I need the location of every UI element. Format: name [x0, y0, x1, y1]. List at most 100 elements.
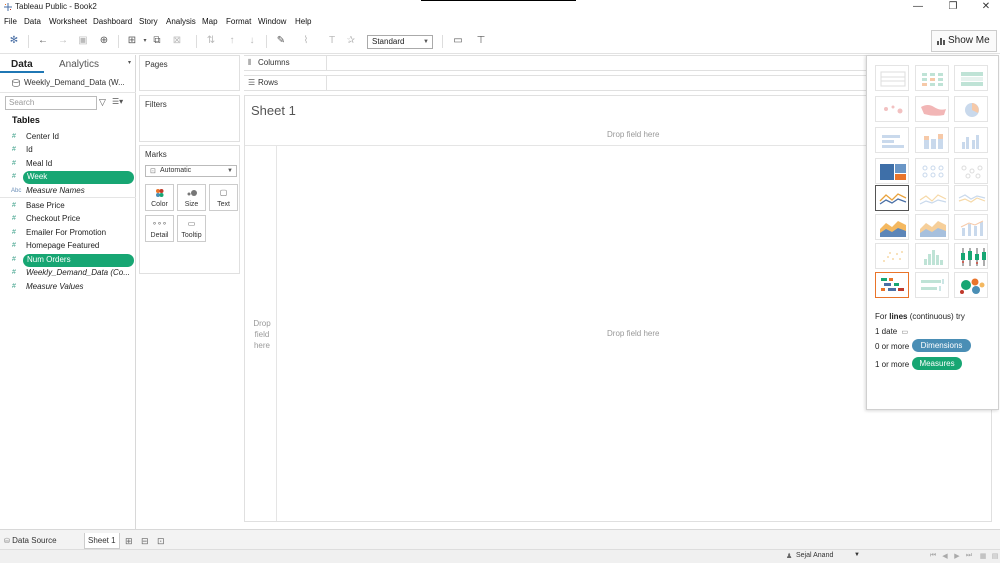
histogram-chart-icon[interactable] [915, 243, 949, 269]
labels-icon[interactable]: T [325, 34, 339, 48]
new-worksheet-icon[interactable]: ⊞ [125, 34, 139, 48]
detail-button[interactable]: ∘∘∘ Detail [145, 215, 174, 242]
search-input[interactable]: Search [5, 96, 97, 110]
packed-bubbles-chart-icon[interactable] [954, 272, 988, 298]
view-list-icon[interactable]: ☰▾ [112, 97, 128, 109]
columns-shelf[interactable]: ⦀ Columns [244, 55, 866, 71]
rows-shelf[interactable]: ☰ Rows [244, 75, 866, 91]
first-sheet-icon[interactable]: ⏮ [928, 552, 938, 562]
menu-dashboard[interactable]: Dashboard [93, 17, 132, 26]
tooltip-button[interactable]: ▭ Tooltip [177, 215, 206, 242]
drop-zone-rows[interactable]: Drop field here [252, 318, 272, 351]
swap-icon[interactable]: ⇅ [204, 34, 218, 48]
stacked-bar-chart-icon[interactable] [915, 127, 949, 153]
area-discrete-chart-icon[interactable] [915, 214, 949, 240]
field-item[interactable]: # Emailer For Promotion [0, 227, 136, 240]
new-worksheet-tab-icon[interactable]: ⊞ [125, 533, 133, 549]
pie-chart-icon[interactable] [954, 96, 988, 122]
pin-icon[interactable]: ✰ [344, 34, 358, 48]
field-item[interactable]: # Meal Id [0, 158, 136, 171]
user-menu[interactable]: ♟ Sejal Anand ▼ [784, 552, 862, 562]
menu-format[interactable]: Format [226, 17, 251, 26]
side-by-side-circle-chart-icon[interactable] [954, 158, 988, 184]
show-cards-icon[interactable]: ▭ [451, 34, 465, 48]
filter-icon[interactable]: ▽ [99, 97, 109, 109]
menu-data[interactable]: Data [24, 17, 41, 26]
datasource-item[interactable]: Weekly_Demand_Data (W... [12, 77, 136, 91]
menu-file[interactable]: File [4, 17, 17, 26]
menu-worksheet[interactable]: Worksheet [49, 17, 87, 26]
drop-zone-columns[interactable]: Drop field here [607, 130, 659, 139]
filled-map-chart-icon[interactable] [915, 96, 949, 122]
save-icon[interactable]: ▣ [76, 34, 90, 48]
gantt-chart-icon[interactable] [875, 272, 909, 298]
dual-line-chart-icon[interactable] [954, 185, 988, 211]
menu-story[interactable]: Story [139, 17, 158, 26]
field-item[interactable]: # Center Id [0, 131, 136, 144]
new-dashboard-tab-icon[interactable]: ⊟ [141, 533, 149, 549]
undo-icon[interactable]: ← [36, 34, 50, 48]
scatter-plot-chart-icon[interactable] [875, 243, 909, 269]
symbol-map-chart-icon[interactable] [875, 96, 909, 122]
circle-view-chart-icon[interactable] [915, 158, 949, 184]
new-datasource-icon[interactable]: ⊕ [97, 34, 111, 48]
highlight-icon[interactable]: ✎ [274, 34, 288, 48]
field-item[interactable]: # Id [0, 144, 136, 157]
clear-sheet-icon[interactable]: ⊠ [170, 34, 184, 48]
sort-ascending-icon[interactable]: ↑ [225, 34, 239, 48]
field-item[interactable]: # Week [0, 171, 136, 184]
field-item[interactable]: # Checkout Price [0, 213, 136, 226]
group-icon[interactable]: ⌇ [299, 34, 313, 48]
menu-analysis[interactable]: Analysis [166, 17, 196, 26]
pages-card[interactable]: Pages [139, 55, 240, 91]
redo-icon[interactable]: → [56, 34, 70, 48]
prev-sheet-icon[interactable]: ◀ [940, 552, 950, 562]
heat-map-chart-icon[interactable] [915, 65, 949, 91]
tab-sheet-1[interactable]: Sheet 1 [84, 533, 120, 549]
field-item[interactable]: # Homepage Featured [0, 240, 136, 253]
highlight-table-chart-icon[interactable] [954, 65, 988, 91]
last-sheet-icon[interactable]: ⏭ [964, 552, 974, 562]
side-by-side-bar-chart-icon[interactable] [954, 127, 988, 153]
restore-button[interactable]: ❐ [945, 1, 961, 13]
dual-combination-chart-icon[interactable] [954, 214, 988, 240]
minimize-button[interactable]: — [910, 1, 926, 13]
box-whisker-chart-icon[interactable] [954, 243, 988, 269]
close-button[interactable]: ✕ [978, 1, 994, 13]
drop-zone-main[interactable]: Drop field here [607, 329, 659, 338]
continuous-line-chart-icon[interactable] [875, 185, 909, 211]
tab-data-source[interactable]: ⛁ Data Source [4, 533, 57, 549]
menu-help[interactable]: Help [295, 17, 311, 26]
list-view-icon[interactable]: ▤ [990, 552, 1000, 562]
field-item[interactable]: # Base Price [0, 200, 136, 213]
new-story-tab-icon[interactable]: ⊡ [157, 533, 165, 549]
sort-descending-icon[interactable]: ↓ [245, 34, 259, 48]
discrete-line-chart-icon[interactable] [915, 185, 949, 211]
tableau-home-icon[interactable]: ✻ [7, 34, 21, 48]
color-button[interactable]: Color [145, 184, 174, 211]
next-sheet-icon[interactable]: ▶ [952, 552, 962, 562]
menu-map[interactable]: Map [202, 17, 218, 26]
field-item[interactable]: # Measure Values [0, 281, 136, 294]
text-table-chart-icon[interactable] [875, 65, 909, 91]
area-continuous-chart-icon[interactable] [875, 214, 909, 240]
horizontal-bar-chart-icon[interactable] [875, 127, 909, 153]
text-button[interactable]: ▢ Text [209, 184, 238, 211]
treemap-chart-icon[interactable] [875, 158, 909, 184]
show-me-button[interactable]: Show Me [931, 30, 997, 52]
chevron-down-icon[interactable]: ▾ [128, 59, 131, 66]
mark-type-select[interactable]: ⊡ Automatic ▼ [145, 165, 237, 177]
field-item[interactable]: # Weekly_Demand_Data (Co... [0, 267, 136, 280]
filters-card[interactable]: Filters [139, 95, 240, 142]
size-button[interactable]: Size [177, 184, 206, 211]
menu-window[interactable]: Window [258, 17, 286, 26]
fit-select[interactable]: Standard ▼ [367, 35, 433, 49]
presentation-icon[interactable]: ⊤ [474, 34, 488, 48]
tab-data[interactable]: Data [11, 59, 33, 70]
duplicate-icon[interactable]: ⧉ [150, 34, 164, 48]
grid-view-icon[interactable]: ▦ [978, 552, 988, 562]
sheet-title[interactable]: Sheet 1 [251, 103, 296, 118]
field-item[interactable]: # Num Orders [0, 254, 136, 267]
tab-analytics[interactable]: Analytics [59, 59, 99, 70]
bullet-graph-chart-icon[interactable] [915, 272, 949, 298]
